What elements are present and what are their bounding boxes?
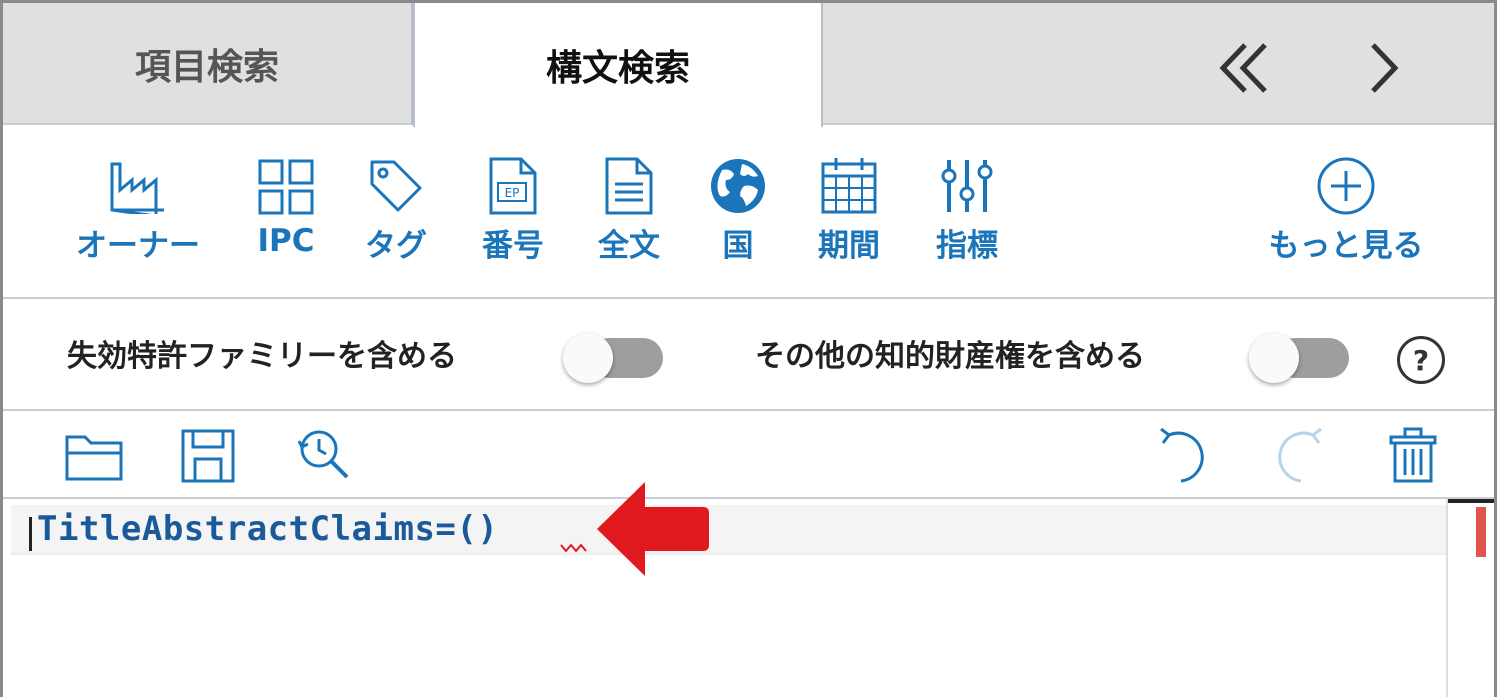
double-chevron-left-icon[interactable]	[1211, 33, 1281, 103]
error-marker	[1476, 507, 1486, 557]
annotation-arrow-icon	[597, 482, 709, 576]
chevron-right-icon[interactable]	[1349, 33, 1419, 103]
expired-family-label: 失効特許ファミリーを含める	[67, 339, 457, 374]
tag-icon	[364, 155, 428, 216]
svg-text:EP: EP	[505, 186, 520, 200]
redo-icon[interactable]	[1265, 423, 1329, 487]
toolbar-item-more[interactable]: もっと見る	[1253, 155, 1439, 265]
toolbar-item-label: もっと見る	[1268, 228, 1424, 264]
globe-icon	[706, 155, 770, 216]
tab-bar: 項目検索 構文検索	[3, 3, 1494, 127]
tab-field-search[interactable]: 項目検索	[3, 3, 413, 125]
query-editor[interactable]: TitleAbstractClaims=()	[3, 497, 1494, 697]
text-cursor	[29, 517, 32, 551]
toolbar-item-label: 指標	[936, 228, 998, 264]
other-ip-toggle[interactable]	[1249, 333, 1349, 383]
syntax-search-panel: 項目検索 構文検索 オーナー IPC タグ EP 番号 全文 国 期間 指標 も…	[0, 0, 1497, 697]
query-text[interactable]: TitleAbstractClaims=()	[37, 509, 498, 549]
tab-syntax-search[interactable]: 構文検索	[413, 3, 823, 127]
other-ip-label: その他の知的財産権を含める	[755, 339, 1145, 374]
help-button[interactable]: ?	[1397, 336, 1445, 384]
factory-icon	[106, 155, 170, 216]
trash-icon[interactable]	[1381, 423, 1445, 487]
options-row: 失効特許ファミリーを含める その他の知的財産権を含める	[3, 301, 1494, 411]
grid-icon	[254, 155, 318, 219]
toolbar-item-country[interactable]: 国	[705, 155, 771, 265]
history-search-icon[interactable]	[291, 423, 355, 487]
editor-scrollbar[interactable]	[1446, 499, 1494, 697]
syntax-error-squiggle	[560, 543, 587, 553]
toolbar-item-tag[interactable]: タグ	[359, 155, 433, 265]
toolbar-item-ipc[interactable]: IPC	[251, 155, 321, 265]
toolbar-item-label: 全文	[598, 228, 660, 264]
document-text-icon	[597, 155, 661, 216]
toolbar-item-label: タグ	[365, 228, 427, 264]
document-ep-icon: EP	[481, 155, 545, 216]
sliders-icon	[935, 155, 999, 216]
toolbar-item-fulltext[interactable]: 全文	[589, 155, 669, 265]
calendar-icon	[817, 155, 881, 216]
toolbar-item-number[interactable]: EP 番号	[473, 155, 553, 265]
undo-icon[interactable]	[1153, 423, 1217, 487]
toolbar-item-label: IPC	[257, 223, 315, 259]
toolbar-item-indicator[interactable]: 指標	[927, 155, 1007, 265]
toolbar-item-label: 期間	[818, 228, 880, 264]
toolbar-item-label: オーナー	[76, 228, 200, 264]
toolbar-item-owner[interactable]: オーナー	[67, 155, 209, 265]
toolbar-item-label: 番号	[482, 228, 544, 264]
expired-family-toggle[interactable]	[563, 333, 663, 383]
plus-circle-icon	[1314, 155, 1378, 216]
toolbar-item-label: 国	[722, 228, 754, 264]
folder-open-icon[interactable]	[63, 423, 127, 487]
save-icon[interactable]	[177, 423, 241, 487]
filter-toolbar: オーナー IPC タグ EP 番号 全文 国 期間 指標 もっと見る	[3, 127, 1494, 299]
toolbar-item-period[interactable]: 期間	[809, 155, 889, 265]
